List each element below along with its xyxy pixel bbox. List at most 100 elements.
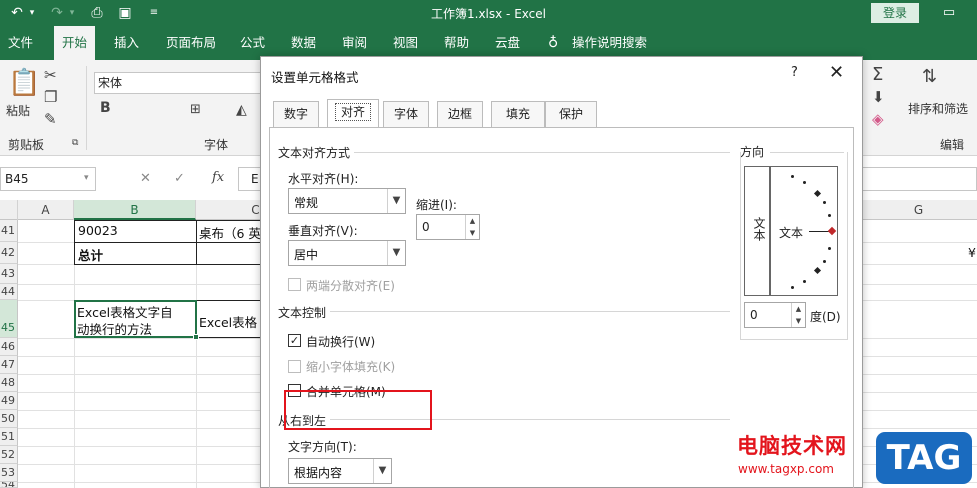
dial-dot <box>813 266 822 275</box>
tab-page-layout[interactable]: 页面布局 <box>166 26 216 60</box>
row-header-54[interactable]: 54 <box>0 482 18 488</box>
borders-icon[interactable]: ⊞ <box>190 102 201 117</box>
cancel-entry-icon[interactable]: ✕ <box>140 171 151 186</box>
name-box-dropdown-icon[interactable]: ▾ <box>84 173 89 183</box>
tab-home[interactable]: 开始 <box>54 26 96 60</box>
insert-function-icon[interactable]: fx <box>212 170 224 185</box>
spin-buttons-icon[interactable]: ▲ ▼ <box>465 215 479 239</box>
tab-alignment-label: 对齐 <box>334 103 371 121</box>
row-header-50[interactable]: 50 <box>0 410 18 428</box>
copy-icon[interactable]: ❐ <box>44 88 57 106</box>
sort-filter-icon[interactable]: ⇅ <box>922 66 937 87</box>
tab-file[interactable]: 文件 <box>8 26 33 60</box>
row-header-42[interactable]: 42 <box>0 242 18 264</box>
distributed-checkbox[interactable] <box>288 278 301 291</box>
vertical-align-select[interactable]: 居中 ▼ <box>288 240 406 266</box>
tab-fill[interactable]: 填充 <box>491 101 545 127</box>
shrink-to-fit-label: 缩小字体填充(K) <box>306 360 396 374</box>
indent-stepper[interactable]: 0 ▲ ▼ <box>416 214 480 240</box>
horizontal-align-select[interactable]: 常规 ▼ <box>288 188 406 214</box>
tab-font[interactable]: 字体 <box>383 101 429 127</box>
watermark-url: www.tagxp.com <box>738 462 834 476</box>
row-header-43[interactable]: 43 <box>0 264 18 284</box>
vertical-align-label: 垂直对齐(V): <box>288 224 358 238</box>
name-box[interactable]: B45 <box>0 167 96 191</box>
vertical-text-sample: 文本 <box>752 217 766 241</box>
degrees-stepper[interactable]: 0 ▲ ▼ <box>744 302 806 328</box>
row-header-48[interactable]: 48 <box>0 374 18 392</box>
cell-c41-value: 桌布（6 英 <box>199 226 261 241</box>
sort-filter-label[interactable]: 排序和筛选 <box>908 100 968 117</box>
tab-protection[interactable]: 保护 <box>545 101 597 127</box>
row-header-45[interactable]: 45 <box>0 300 18 338</box>
tell-me-search[interactable]: 操作说明搜索 <box>572 26 647 60</box>
row-header-46[interactable]: 46 <box>0 338 18 356</box>
tab-number[interactable]: 数字 <box>273 101 319 127</box>
wrap-text-checkbox[interactable]: ✓ <box>288 334 301 347</box>
watermark-title: 电脑技术网 <box>737 434 847 458</box>
tab-insert[interactable]: 插入 <box>114 26 139 60</box>
vertical-text-option[interactable]: 文本 <box>744 166 770 296</box>
cell-b45-line2: 动换行的方法 <box>77 322 153 337</box>
format-painter-icon[interactable]: ✎ <box>44 110 57 128</box>
cell-c42[interactable] <box>196 242 266 265</box>
spin-buttons-icon[interactable]: ▲ ▼ <box>791 303 805 327</box>
row-header-49[interactable]: 49 <box>0 392 18 410</box>
fill-down-icon[interactable]: ⬇ <box>872 88 885 106</box>
column-header-a[interactable]: A <box>18 200 74 220</box>
vertical-align-value: 居中 <box>294 248 319 262</box>
dial-dot <box>823 260 826 263</box>
login-button[interactable]: 登录 <box>871 3 919 23</box>
title-bar: ↶ ▾ ↷ ▾ ⎙ ▣ ≡ 工作簿1.xlsx - Excel 登录 ▭ <box>0 0 977 26</box>
fill-color-icon[interactable]: ◭ <box>236 102 247 118</box>
clipboard-launcher-icon[interactable]: ⧉ <box>72 138 78 148</box>
close-button[interactable]: ✕ <box>829 62 844 83</box>
orientation-dial[interactable]: 文本 <box>770 166 838 296</box>
autosum-icon[interactable]: Σ <box>872 64 883 85</box>
tab-cloud[interactable]: 云盘 <box>495 26 520 60</box>
currency-symbol: ¥ <box>968 245 976 260</box>
ribbon-display-icon[interactable]: ▭ <box>938 3 960 23</box>
tab-data[interactable]: 数据 <box>291 26 316 60</box>
distributed-label: 两端分散对齐(E) <box>306 279 395 293</box>
lightbulb-icon: ♁ <box>548 35 559 51</box>
wrap-text-highlight <box>284 390 432 430</box>
fill-handle[interactable] <box>193 334 199 340</box>
row-header-51[interactable]: 51 <box>0 428 18 446</box>
cell-c45-value: Excel表格 <box>199 315 258 330</box>
tab-formulas[interactable]: 公式 <box>240 26 265 60</box>
format-cells-dialog: 设置单元格格式 ? ✕ 数字 对齐 字体 边框 填充 保护 文本对齐方式 水平对… <box>260 56 863 488</box>
cut-icon[interactable]: ✂ <box>44 66 57 84</box>
row-header-47[interactable]: 47 <box>0 356 18 374</box>
dial-dot <box>803 181 806 184</box>
tab-help[interactable]: 帮助 <box>444 26 469 60</box>
tab-review[interactable]: 审阅 <box>342 26 367 60</box>
help-button[interactable]: ? <box>791 65 798 80</box>
tab-border[interactable]: 边框 <box>437 101 483 127</box>
confirm-entry-icon[interactable]: ✓ <box>174 171 185 186</box>
row-header-44[interactable]: 44 <box>0 284 18 300</box>
column-header-b[interactable]: B <box>74 200 196 220</box>
clear-icon[interactable]: ◈ <box>872 110 884 128</box>
paste-icon[interactable]: 📋 <box>8 68 40 98</box>
row-header-52[interactable]: 52 <box>0 446 18 464</box>
select-all-corner[interactable] <box>0 200 18 220</box>
font-name-box[interactable]: 宋体 <box>94 72 264 94</box>
text-direction-select[interactable]: 根据内容 ▼ <box>288 458 392 484</box>
dial-text-sample: 文本 <box>779 226 804 240</box>
dial-dot <box>828 247 831 250</box>
row-header-41[interactable]: 41 <box>0 220 18 242</box>
dial-handle-icon[interactable] <box>827 226 837 236</box>
cell-b42-value: 总计 <box>78 248 104 263</box>
tab-view[interactable]: 视图 <box>393 26 418 60</box>
group-divider <box>278 311 730 312</box>
bold-icon[interactable]: B <box>100 100 111 116</box>
column-header-g[interactable]: G <box>860 200 977 220</box>
shrink-to-fit-checkbox[interactable] <box>288 360 301 373</box>
indent-value: 0 <box>422 220 430 234</box>
degrees-label: 度(D) <box>810 310 841 324</box>
row-header-53[interactable]: 53 <box>0 464 18 482</box>
dial-dot <box>813 189 822 198</box>
tab-alignment[interactable]: 对齐 <box>327 99 379 127</box>
degrees-value: 0 <box>750 308 758 322</box>
